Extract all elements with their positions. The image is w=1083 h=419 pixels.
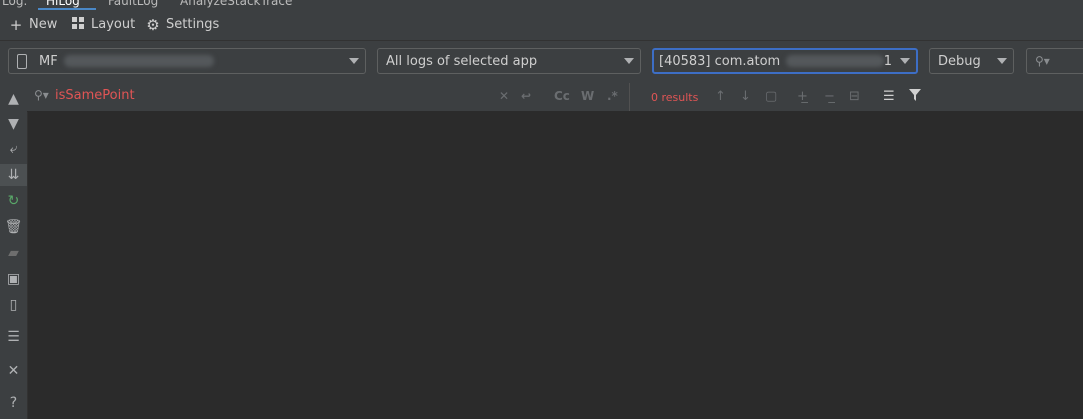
process-select[interactable]: [40583] com.atom 1 xyxy=(652,48,918,74)
log-level-select[interactable]: Debug xyxy=(929,48,1014,74)
process-suffix: 1 xyxy=(883,53,892,69)
new-button[interactable]: + New xyxy=(8,16,58,34)
camera-icon[interactable]: ▰ xyxy=(0,245,27,261)
search-row: ⚲▾ isSamePoint ✕ ↩ Cc W .* 0 results ↑ ↓… xyxy=(27,83,1083,112)
arrow-down-icon[interactable]: ↓ xyxy=(740,89,751,104)
scroll-down-icon[interactable]: ▼ xyxy=(0,116,27,132)
restart-icon[interactable]: ↻ xyxy=(0,193,27,209)
layout-button-label: Layout xyxy=(91,17,136,32)
search-icon: ⚲▾ xyxy=(1035,54,1050,68)
device-icon[interactable]: ▯ xyxy=(0,297,27,313)
remove-occurrence-icon[interactable]: −̲ xyxy=(824,89,835,104)
phone-icon xyxy=(17,53,27,69)
chevron-down-icon xyxy=(624,58,634,64)
top-tab-strip: Log: HiLog FaultLog AnalyzeStackTrace xyxy=(0,0,1083,10)
search-input[interactable]: ⚲▾ isSamePoint ✕ ↩ Cc W .* xyxy=(27,83,630,111)
device-name-redacted xyxy=(63,55,214,67)
scroll-up-icon[interactable]: ▲ xyxy=(0,91,27,107)
settings-button-label: Settings xyxy=(166,17,220,32)
log-scope-value: All logs of selected app xyxy=(386,53,538,69)
filter-options-icon[interactable]: ☰ xyxy=(883,89,895,104)
tab-log-label: Log: xyxy=(2,0,28,8)
filter-bar: MF All logs of selected app [40583] com.… xyxy=(0,41,1083,83)
device-name-prefix: MF xyxy=(39,53,58,69)
save-icon[interactable]: ▣ xyxy=(0,271,27,287)
log-output-area[interactable] xyxy=(28,112,1083,419)
sliders-icon[interactable]: ☰ xyxy=(0,329,27,345)
regex-toggle[interactable]: .* xyxy=(607,89,618,103)
search-icon: ⚲▾ xyxy=(34,88,49,102)
scroll-to-end-icon[interactable]: ⇊ xyxy=(0,164,27,186)
newline-icon[interactable]: ↩ xyxy=(521,89,531,103)
soft-wrap-icon[interactable]: ⤶ xyxy=(0,141,27,157)
match-case-toggle[interactable]: Cc xyxy=(554,89,570,103)
trash-icon[interactable]: 🗑︎ xyxy=(0,219,27,235)
device-select[interactable]: MF xyxy=(8,48,366,74)
help-icon[interactable]: ? xyxy=(0,395,27,411)
process-value: [40583] com.atom xyxy=(659,53,781,69)
clear-icon[interactable]: ✕ xyxy=(499,89,509,103)
select-occurrences-icon[interactable]: ⊟ xyxy=(849,89,860,104)
funnel-icon[interactable] xyxy=(909,89,921,105)
whole-word-toggle[interactable]: W xyxy=(581,89,594,103)
chevron-down-icon xyxy=(900,58,910,64)
search-query: isSamePoint xyxy=(55,88,135,103)
log-level-value: Debug xyxy=(938,53,981,69)
grid-icon xyxy=(70,16,86,34)
plus-icon: + xyxy=(9,16,23,34)
process-name-redacted xyxy=(786,55,885,67)
tab-analyze-stack-trace[interactable]: AnalyzeStackTrace xyxy=(180,0,292,9)
toolbar: + New Layout ⚙ Settings xyxy=(0,10,1083,41)
new-button-label: New xyxy=(29,17,58,32)
search-results-count: 0 results xyxy=(651,91,699,104)
gear-icon: ⚙ xyxy=(146,16,160,34)
close-icon[interactable]: ✕ xyxy=(0,363,27,379)
filter-search-input[interactable]: ⚲▾ xyxy=(1026,48,1083,74)
tab-faultlog[interactable]: FaultLog xyxy=(108,0,158,9)
log-scope-select[interactable]: All logs of selected app xyxy=(377,48,641,74)
settings-button[interactable]: ⚙ Settings xyxy=(145,16,219,34)
select-all-occurrences-icon[interactable]: ▢ xyxy=(765,89,777,104)
layout-button[interactable]: Layout xyxy=(70,16,135,34)
chevron-down-icon xyxy=(349,58,359,64)
left-toolbar: ▲ ▼ ⤶ ⇊ ↻ 🗑︎ ▰ ▣ ▯ ☰ ✕ ? xyxy=(0,83,28,419)
add-occurrence-icon[interactable]: +̲ xyxy=(797,89,808,104)
arrow-up-icon[interactable]: ↑ xyxy=(715,89,726,104)
chevron-down-icon xyxy=(997,58,1007,64)
